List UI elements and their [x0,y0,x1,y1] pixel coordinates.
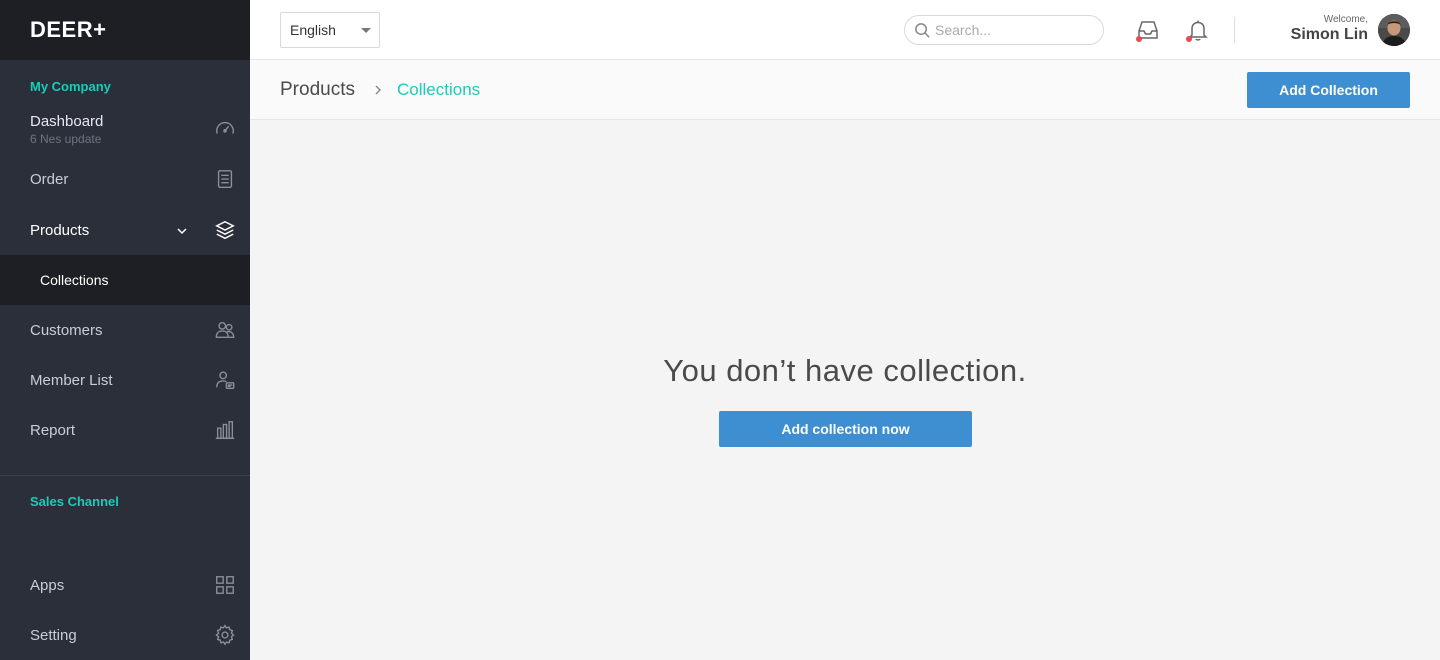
bar-chart-icon [214,419,236,441]
sidebar-item-apps[interactable]: Apps [0,560,250,610]
section-label-my-company: My Company [30,79,111,94]
sidebar-item-label: Order [30,170,69,188]
empty-state-message: You don’t have collection. [663,353,1027,388]
sidebar-item-label: Setting [30,626,77,644]
sidebar: DEER+ My Company Dashboard 6 Nes update … [0,0,250,660]
sidebar-item-label: Products [30,221,90,239]
boxes-icon [214,219,236,241]
search-box[interactable] [904,15,1104,45]
sidebar-item-dashboard[interactable]: Dashboard 6 Nes update [0,104,250,154]
welcome-text: Welcome, [1323,14,1368,25]
search-input[interactable] [935,20,1095,40]
sidebar-item-customers[interactable]: Customers [0,305,250,355]
sidebar-item-collections[interactable]: Collections [0,255,250,305]
sidebar-item-label: Member List [30,371,113,389]
speedometer-icon [214,118,236,140]
add-collection-button[interactable]: Add Collection [1247,72,1410,108]
sidebar-item-label: Dashboard [30,112,104,130]
sidebar-item-label: Customers [30,321,103,339]
logo-bar: DEER+ [0,0,250,60]
section-label-sales-channel: Sales Channel [30,494,119,509]
language-select-value: English [290,22,336,38]
sidebar-item-setting[interactable]: Setting [0,610,250,660]
users-icon [214,319,236,341]
sidebar-item-label: Report [30,421,76,439]
add-collection-now-button[interactable]: Add collection now [719,411,972,447]
gear-icon [214,624,236,646]
search-icon [914,22,931,39]
inbox-notification-dot [1136,36,1142,42]
chevron-right-icon [372,83,384,95]
top-bar: English Welcome, Simon Lin [250,0,1440,60]
document-list-icon [214,168,236,190]
language-select[interactable]: English [280,12,380,48]
sidebar-item-label: Apps [30,576,65,594]
sidebar-item-products[interactable]: Products [0,205,250,255]
breadcrumb-collections: Collections [397,80,481,99]
chevron-down-icon[interactable] [176,224,188,236]
member-card-icon [214,369,236,391]
sidebar-item-order[interactable]: Order [0,154,250,204]
topbar-divider [1234,17,1235,43]
sidebar-divider [0,475,250,476]
user-name[interactable]: Simon Lin [1291,26,1368,44]
avatar[interactable] [1378,14,1410,46]
sidebar-item-label: Collections [40,272,109,288]
bell-notification-dot [1186,36,1192,42]
sidebar-item-subtext: 6 Nes update [30,131,102,146]
breadcrumb-products[interactable]: Products [280,79,355,101]
logo[interactable]: DEER+ [30,17,106,43]
caret-down-icon [361,28,371,33]
page-header: Products Collections Add Collection [250,60,1440,120]
sidebar-item-report[interactable]: Report [0,405,250,455]
sidebar-item-member-list[interactable]: Member List [0,355,250,405]
grid-icon [214,574,236,596]
